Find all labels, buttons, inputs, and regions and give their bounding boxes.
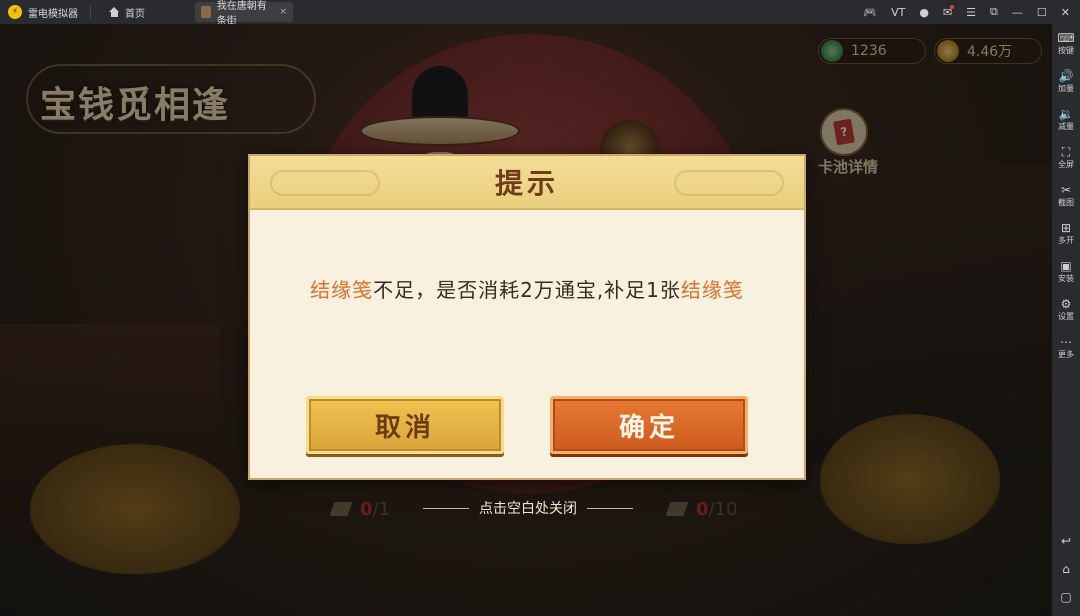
- tab-game-label: 我在唐朝有条街: [216, 1, 267, 27]
- sidebar-item-volume-up[interactable]: 🔊 加量: [1052, 62, 1080, 100]
- popout-icon[interactable]: ⧉: [990, 5, 998, 19]
- volume-down-icon: 🔉: [1058, 106, 1074, 121]
- confirm-button[interactable]: 确定: [550, 396, 748, 454]
- keyboard-icon: ⌨: [1057, 30, 1075, 45]
- tab-home[interactable]: 首页: [99, 0, 155, 24]
- item-name-highlight: 结缘笺: [310, 278, 374, 302]
- app-name: 雷电模拟器: [28, 8, 78, 20]
- scissors-icon: ✂: [1060, 182, 1072, 197]
- recent-apps-icon[interactable]: ▢: [1060, 590, 1071, 604]
- confirm-dialog: 提示 结缘笺不足，是否消耗2万通宝,补足1张结缘笺 取消 确定: [248, 154, 806, 480]
- emulator-sidebar: ⌨ 按键 🔊 加量 🔉 减量 ⛶ 全屏 ✂ 截图 ⊞ 多开 ▣ 安装 ⚙ 设置 …: [1052, 24, 1080, 616]
- volume-up-icon: 🔊: [1058, 68, 1074, 83]
- android-nav: ↩ ⌂ ▢: [1052, 534, 1080, 604]
- sidebar-item-label: 加量: [1058, 83, 1074, 93]
- tab-game[interactable]: 我在唐朝有条街 ×: [195, 1, 293, 27]
- sidebar-item-keymap[interactable]: ⌨ 按键: [1052, 24, 1080, 62]
- divider: [423, 507, 469, 509]
- sidebar-item-volume-down[interactable]: 🔉 减量: [1052, 100, 1080, 138]
- close-hint: 点击空白处关闭: [404, 498, 652, 518]
- menu-icon[interactable]: ☰: [966, 6, 976, 19]
- tab-close-icon[interactable]: ×: [279, 7, 287, 17]
- window-controls: 🎮 VT ● ✉ ☰ ⧉ — ☐ ✕: [863, 4, 1080, 19]
- minimize-icon[interactable]: —: [1012, 6, 1023, 19]
- sidebar-item-label: 安装: [1058, 273, 1074, 283]
- maximize-icon[interactable]: ☐: [1037, 6, 1047, 19]
- game-thumbnail-icon: [201, 6, 211, 18]
- close-icon[interactable]: ✕: [1061, 6, 1070, 19]
- dialog-header: 提示: [250, 156, 804, 210]
- title-bar: ⚡ 雷电模拟器 首页 我在唐朝有条街 × 🎮 VT ● ✉ ☰ ⧉ — ☐ ✕: [0, 0, 1080, 27]
- cloud-pattern-decoration: [270, 170, 380, 196]
- gamepad-icon[interactable]: 🎮: [863, 6, 877, 19]
- tab-home-label: 首页: [125, 8, 145, 20]
- dialog-message: 结缘笺不足，是否消耗2万通宝,补足1张结缘笺: [250, 274, 804, 303]
- cloud-pattern-decoration: [674, 170, 784, 196]
- sidebar-item-multi-instance[interactable]: ⊞ 多开: [1052, 214, 1080, 252]
- close-hint-text: 点击空白处关闭: [479, 501, 577, 517]
- sidebar-item-label: 按键: [1058, 45, 1074, 55]
- home-nav-icon[interactable]: ⌂: [1062, 562, 1070, 576]
- leidian-logo-icon: ⚡: [8, 5, 22, 19]
- sidebar-item-install[interactable]: ▣ 安装: [1052, 252, 1080, 290]
- cancel-button[interactable]: 取消: [306, 396, 504, 454]
- divider: [90, 5, 91, 19]
- sidebar-item-settings[interactable]: ⚙ 设置: [1052, 290, 1080, 328]
- more-icon: ⋯: [1060, 334, 1072, 349]
- mail-icon[interactable]: ✉: [943, 4, 955, 19]
- sidebar-item-label: 减量: [1058, 121, 1074, 131]
- multi-instance-icon: ⊞: [1060, 220, 1072, 235]
- apk-install-icon: ▣: [1060, 258, 1072, 273]
- back-icon[interactable]: ↩: [1061, 534, 1071, 548]
- divider: [587, 507, 633, 509]
- fullscreen-icon: ⛶: [1061, 144, 1071, 159]
- dialog-message-body: 不足，是否消耗2万通宝,补足1张: [373, 278, 681, 302]
- item-name-highlight: 结缘笺: [680, 278, 744, 302]
- home-icon: [109, 7, 120, 17]
- sidebar-item-label: 更多: [1058, 349, 1074, 359]
- sidebar-item-label: 设置: [1058, 311, 1074, 321]
- vt-icon[interactable]: VT: [891, 6, 905, 19]
- game-screen[interactable]: 宝钱觅相逢 1236 4.46万 ? 卡池详情 0/1 0/10 点击空白处关闭…: [0, 24, 1052, 616]
- sidebar-item-screenshot[interactable]: ✂ 截图: [1052, 176, 1080, 214]
- sidebar-item-more[interactable]: ⋯ 更多: [1052, 328, 1080, 366]
- settings-icon: ⚙: [1060, 296, 1072, 311]
- sidebar-item-label: 多开: [1058, 235, 1074, 245]
- sidebar-item-label: 全屏: [1058, 159, 1074, 169]
- sidebar-item-fullscreen[interactable]: ⛶ 全屏: [1052, 138, 1080, 176]
- sidebar-item-label: 截图: [1058, 197, 1074, 207]
- user-icon[interactable]: ●: [919, 6, 929, 19]
- dialog-title: 提示: [494, 167, 559, 200]
- emulator-window: ⚡ 雷电模拟器 首页 我在唐朝有条街 × 🎮 VT ● ✉ ☰ ⧉ — ☐ ✕: [0, 0, 1080, 616]
